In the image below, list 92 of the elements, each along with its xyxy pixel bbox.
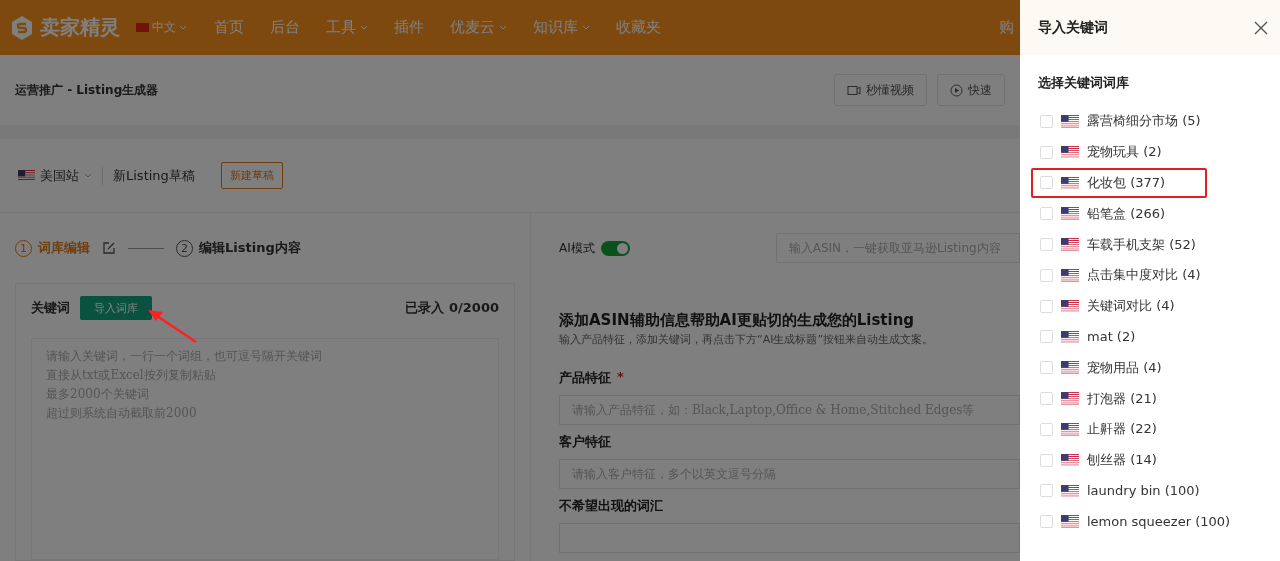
checkbox[interactable] xyxy=(1040,268,1053,282)
library-option[interactable]: 关键词对比 (4) xyxy=(1031,290,1217,322)
library-name: lemon squeezer (100) xyxy=(1087,514,1231,530)
us-flag-icon xyxy=(1061,207,1079,221)
library-name: 刨丝器 (14) xyxy=(1087,451,1157,470)
caret-icon xyxy=(360,25,368,30)
checkbox[interactable] xyxy=(1040,422,1053,436)
checkbox[interactable] xyxy=(1040,114,1053,128)
video-icon xyxy=(847,84,861,96)
drawer-title: 导入关键词 xyxy=(1038,18,1108,37)
library-option[interactable]: 宠物用品 (4) xyxy=(1031,352,1204,384)
checkbox[interactable] xyxy=(1040,361,1053,375)
library-option[interactable]: 刨丝器 (14) xyxy=(1031,444,1199,476)
us-flag-icon xyxy=(1061,361,1079,375)
library-name: 露营椅细分市场 (5) xyxy=(1087,112,1201,131)
ai-mode-toggle[interactable] xyxy=(600,240,630,256)
import-library-button[interactable]: 导入词库 xyxy=(80,296,152,320)
site-select[interactable]: 美国站 xyxy=(18,166,103,185)
library-name: 铅笔盒 (266) xyxy=(1087,204,1166,223)
checkbox[interactable] xyxy=(1040,330,1053,344)
library-option[interactable]: 宠物玩具 (2) xyxy=(1031,136,1204,168)
library-option[interactable]: mat (2) xyxy=(1031,321,1178,353)
library-name: 点击集中度对比 (4) xyxy=(1087,266,1201,285)
us-flag-icon xyxy=(1061,453,1079,467)
checkbox[interactable] xyxy=(1040,484,1053,498)
ai-mode-label: AI模式 xyxy=(559,239,595,257)
library-name: 止鼾器 (22) xyxy=(1087,420,1157,439)
library-name: 宠物玩具 (2) xyxy=(1087,143,1162,162)
close-button[interactable] xyxy=(1254,20,1268,35)
us-flag-icon xyxy=(1061,392,1079,405)
library-option[interactable]: 化妆包 (377) xyxy=(1031,167,1208,199)
library-name: 打泡器 (21) xyxy=(1087,389,1157,408)
close-icon xyxy=(1254,20,1268,35)
checkbox[interactable] xyxy=(1040,238,1053,252)
text-input[interactable] xyxy=(559,523,1020,553)
logo-icon xyxy=(10,14,34,41)
caret-icon xyxy=(84,173,92,178)
library-option[interactable]: laundry bin (100) xyxy=(1031,475,1242,507)
us-flag-icon xyxy=(1061,145,1079,159)
step-label[interactable]: 词库编辑 xyxy=(38,239,90,257)
library-name: 车载手机支架 (52) xyxy=(1087,235,1196,254)
library-name: mat (2) xyxy=(1087,329,1136,345)
us-flag-icon xyxy=(1061,515,1079,529)
checkbox[interactable] xyxy=(1040,299,1053,313)
library-option[interactable]: 点击集中度对比 (4) xyxy=(1031,260,1243,291)
field-label: 客户特征 xyxy=(559,433,611,451)
us-flag-icon xyxy=(1061,484,1079,498)
field-label: 产品特征 xyxy=(559,369,611,387)
us-flag-icon xyxy=(1061,238,1079,251)
us-flag-icon xyxy=(1061,330,1079,344)
library-name: 关键词对比 (4) xyxy=(1087,297,1175,316)
field-label: 不希望出现的词汇 xyxy=(559,497,663,515)
library-option[interactable]: 露营椅细分市场 (5) xyxy=(1031,106,1243,137)
step-label[interactable]: 编辑Listing内容 xyxy=(199,239,301,257)
new-draft-button[interactable]: 新建草稿 xyxy=(220,162,283,189)
brand-name: 卖家精灵 xyxy=(40,14,120,41)
page-title: 运营推广 - Listing生成器 xyxy=(15,81,159,99)
library-option[interactable]: 止鼾器 (22) xyxy=(1031,413,1199,445)
checkbox[interactable] xyxy=(1040,207,1053,221)
draft-name: 新Listing草稿 xyxy=(113,166,195,185)
edit-icon[interactable] xyxy=(102,241,116,255)
checkbox[interactable] xyxy=(1040,453,1053,467)
caret-icon xyxy=(499,25,507,30)
library-option[interactable]: 打泡器 (21) xyxy=(1031,383,1199,414)
us-flag-icon xyxy=(1061,115,1079,128)
checkbox[interactable] xyxy=(1040,392,1053,406)
us-flag-icon xyxy=(18,169,35,182)
header-button[interactable]: 秒懂视频 xyxy=(834,74,927,106)
us-flag-icon xyxy=(1061,423,1079,436)
china-flag-icon xyxy=(136,23,149,32)
library-option[interactable]: 铅笔盒 (266) xyxy=(1031,198,1208,230)
keywords-label: 关键词 xyxy=(31,299,70,317)
required-mark: * xyxy=(617,369,624,386)
library-option[interactable]: lemon squeezer (100) xyxy=(1031,506,1273,538)
header-button[interactable]: 快速 xyxy=(937,74,1005,106)
us-flag-icon xyxy=(1061,299,1079,313)
library-name: 宠物用品 (4) xyxy=(1087,358,1162,377)
keyword-count: 已录入 0/2000 xyxy=(405,299,499,317)
caret-icon xyxy=(582,25,590,30)
play-icon xyxy=(950,83,963,97)
section-heading: 添加ASIN辅助信息帮助AI更贴切的生成您的Listing xyxy=(559,311,916,330)
caret-icon xyxy=(179,25,187,30)
us-flag-icon xyxy=(1061,269,1079,282)
checkbox[interactable] xyxy=(1040,176,1053,190)
us-flag-icon xyxy=(1061,176,1079,190)
checkbox[interactable] xyxy=(1040,515,1053,529)
library-name: laundry bin (100) xyxy=(1087,483,1200,499)
checkbox[interactable] xyxy=(1040,145,1053,159)
library-name: 化妆包 (377) xyxy=(1087,174,1166,192)
section-title: 选择关键词词库 xyxy=(1037,74,1130,92)
library-option[interactable]: 车载手机支架 (52) xyxy=(1031,229,1238,260)
section-description: 输入产品特征，添加关键词，再点击下方“AI生成标题”按钮来自动生成文案。 xyxy=(559,332,935,347)
